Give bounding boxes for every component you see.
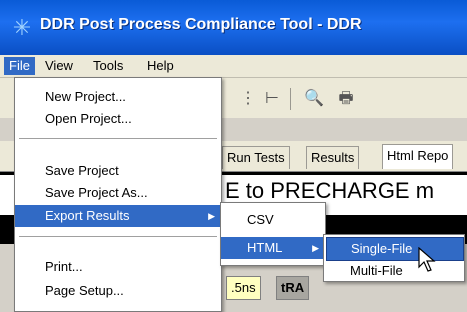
print-preview-icon[interactable]: 🔍: [304, 90, 324, 108]
menu-help[interactable]: Help: [142, 57, 179, 75]
menu-file[interactable]: File: [4, 57, 35, 75]
html-submenu: Single-File Multi-File: [323, 234, 465, 282]
window-title: DDR Post Process Compliance Tool - DDR: [40, 16, 362, 33]
tab-html-report[interactable]: Html Repo: [382, 144, 454, 169]
param-cell: tRA: [276, 276, 310, 300]
menu-separator: [19, 236, 217, 237]
menu-bar: File View Tools Help: [0, 55, 467, 78]
chart-icon[interactable]: ⊢: [262, 90, 282, 108]
submenu-arrow-icon: ▶: [312, 243, 319, 253]
submenu-arrow-icon: ▶: [208, 211, 215, 221]
menu-open-project[interactable]: Open Project...: [15, 108, 221, 130]
tab-run-tests[interactable]: Run Tests: [222, 146, 290, 169]
menu-tools[interactable]: Tools: [88, 57, 128, 75]
toolbar-separator: [290, 88, 291, 110]
menu-save-project[interactable]: Save Project: [15, 160, 221, 182]
tab-results[interactable]: Results: [306, 146, 360, 169]
mouse-cursor-icon: [418, 247, 436, 272]
title-bar: ✳ DDR Post Process Compliance Tool - DDR: [0, 0, 467, 55]
menu-page-setup[interactable]: Page Setup...: [15, 280, 221, 302]
menu-view[interactable]: View: [40, 57, 78, 75]
menu-single-file[interactable]: Single-File: [326, 237, 464, 261]
menu-print[interactable]: Print...: [15, 256, 221, 278]
app-icon: ✳: [12, 15, 32, 40]
list-icon[interactable]: ⋮: [238, 90, 258, 108]
menu-new-project[interactable]: New Project...: [15, 86, 221, 108]
result-cell: .5ns: [226, 276, 261, 300]
export-submenu: CSV HTML ▶: [220, 202, 326, 266]
menu-export-html[interactable]: HTML ▶: [221, 237, 325, 259]
banner-text: E to PRECHARGE m: [225, 178, 435, 203]
menu-separator: [19, 138, 217, 139]
print-icon[interactable]: 🖶: [336, 90, 356, 108]
file-menu: New Project... Open Project... Save Proj…: [14, 77, 222, 312]
menu-export-results[interactable]: Export Results ▶: [15, 205, 221, 227]
menu-save-project-as[interactable]: Save Project As...: [15, 182, 221, 204]
menu-multi-file[interactable]: Multi-File: [324, 260, 464, 282]
menu-export-csv[interactable]: CSV: [221, 209, 325, 231]
